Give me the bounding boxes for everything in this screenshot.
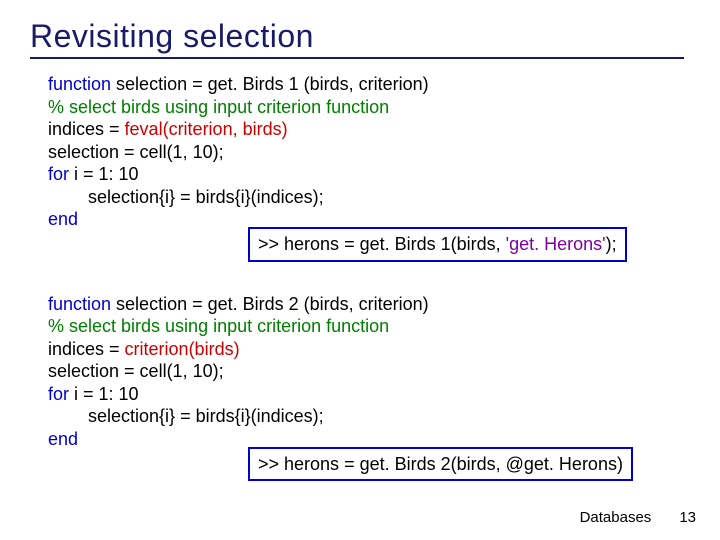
code-text: selection = get. Birds 1 (birds, criteri… xyxy=(116,74,429,94)
title-underline xyxy=(30,57,684,59)
code-comment: % select birds using input criterion fun… xyxy=(48,315,690,338)
code-line: selection{i} = birds{i}(indices); xyxy=(48,405,690,428)
code-line: selection = cell(1, 10); xyxy=(48,141,690,164)
string-literal: 'get. Herons' xyxy=(506,234,606,254)
example-text: >> herons = get. Birds 2(birds, @get. He… xyxy=(258,454,623,474)
example-box-2: >> herons = get. Birds 2(birds, @get. He… xyxy=(248,447,633,482)
feval-call: feval(criterion, birds) xyxy=(125,119,288,139)
page-number: 13 xyxy=(679,509,696,526)
code-text: selection = get. Birds 2 (birds, criteri… xyxy=(116,294,429,314)
criterion-call: criterion(birds) xyxy=(125,339,240,359)
code-block-2: function selection = get. Birds 2 (birds… xyxy=(48,293,690,451)
slide-title: Revisiting selection xyxy=(30,18,690,55)
code-line: selection{i} = birds{i}(indices); xyxy=(48,186,690,209)
keyword-function: function xyxy=(48,74,116,94)
example-text: ); xyxy=(606,234,617,254)
code-line: function selection = get. Birds 1 (birds… xyxy=(48,73,690,96)
code-block-1: function selection = get. Birds 1 (birds… xyxy=(48,73,690,231)
code-comment: % select birds using input criterion fun… xyxy=(48,96,690,119)
keyword-for: for xyxy=(48,164,74,184)
code-line: selection = cell(1, 10); xyxy=(48,360,690,383)
code-line: function selection = get. Birds 2 (birds… xyxy=(48,293,690,316)
keyword-for: for xyxy=(48,384,74,404)
keyword-function: function xyxy=(48,294,116,314)
example-text: >> herons = get. Birds 1(birds, xyxy=(258,234,506,254)
code-line: indices = feval(criterion, birds) xyxy=(48,118,690,141)
code-line: indices = criterion(birds) xyxy=(48,338,690,361)
footer-label: Databases xyxy=(580,509,652,526)
example-box-1: >> herons = get. Birds 1(birds, 'get. He… xyxy=(248,227,627,262)
slide-footer: Databases 13 xyxy=(580,509,696,526)
code-text: indices = xyxy=(48,339,125,359)
code-line: for i = 1: 10 xyxy=(48,383,690,406)
code-text: i = 1: 10 xyxy=(74,384,139,404)
code-text: indices = xyxy=(48,119,125,139)
code-line: for i = 1: 10 xyxy=(48,163,690,186)
code-text: i = 1: 10 xyxy=(74,164,139,184)
